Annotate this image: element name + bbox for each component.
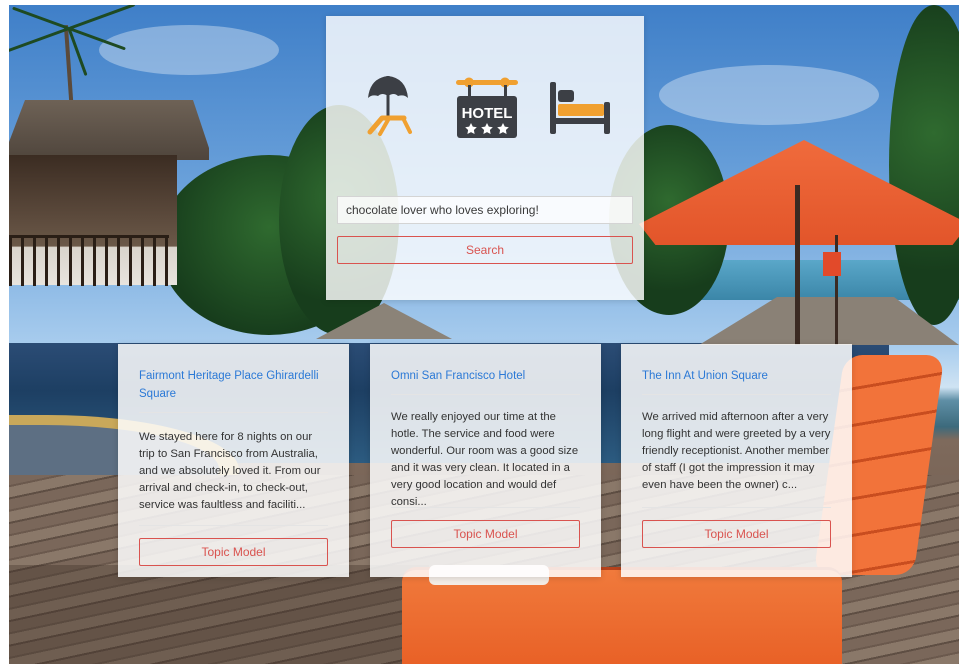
hotel-title-link[interactable]: Fairmont Heritage Place Ghirardelli Squa… bbox=[139, 367, 329, 403]
bed-icon bbox=[550, 82, 610, 134]
divider bbox=[642, 507, 831, 508]
hotel-card: Omni San Francisco Hotel We really enjoy… bbox=[370, 344, 601, 577]
review-snippet: We stayed here for 8 nights on our trip … bbox=[139, 431, 321, 511]
beach-umbrella-icon bbox=[367, 76, 412, 136]
divider bbox=[391, 507, 580, 508]
divider bbox=[391, 394, 580, 395]
hotel-title-link[interactable]: Omni San Francisco Hotel bbox=[391, 367, 581, 385]
search-panel: HOTEL Search bbox=[326, 16, 644, 300]
hotel-sign-text: HOTEL bbox=[462, 105, 513, 122]
hotel-title-link[interactable]: The Inn At Union Square bbox=[642, 367, 832, 385]
review-snippet: We really enjoyed our time at the hotle.… bbox=[391, 411, 579, 508]
hotel-card: Fairmont Heritage Place Ghirardelli Squa… bbox=[118, 344, 349, 577]
hotel-sign-icon: HOTEL bbox=[456, 77, 518, 138]
review-snippet: We arrived mid afternoon after a very lo… bbox=[642, 411, 831, 491]
hotel-card: The Inn At Union Square We arrived mid a… bbox=[621, 344, 852, 577]
topic-model-button[interactable]: Topic Model bbox=[391, 520, 580, 548]
topic-model-button[interactable]: Topic Model bbox=[139, 538, 328, 566]
divider bbox=[642, 394, 831, 395]
divider bbox=[139, 412, 328, 413]
divider bbox=[139, 525, 328, 526]
search-button[interactable]: Search bbox=[337, 236, 633, 264]
topic-model-button[interactable]: Topic Model bbox=[642, 520, 831, 548]
search-input[interactable] bbox=[337, 196, 633, 224]
